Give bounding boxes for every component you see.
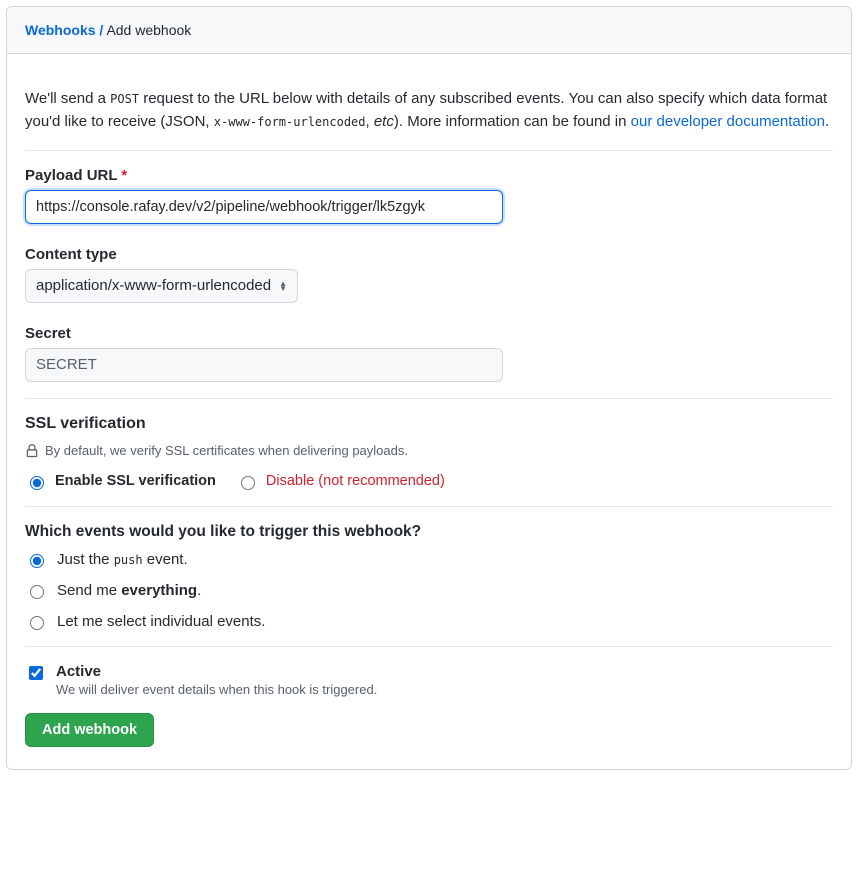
ssl-enable-radio[interactable]: [30, 476, 44, 490]
panel-header: Webhooks / Add webhook: [7, 7, 851, 54]
events-individual-option[interactable]: Let me select individual events.: [25, 613, 833, 630]
opt-text: Let me select individual events.: [57, 613, 265, 630]
active-label: Active: [56, 663, 377, 680]
ssl-disable-option[interactable]: Disable (not recommended): [236, 473, 445, 490]
ssl-section: SSL verification By default, we verify S…: [25, 415, 833, 490]
ssl-enable-option[interactable]: Enable SSL verification: [25, 473, 216, 490]
content-type-select[interactable]: application/x-www-form-urlencoded ▲▼: [25, 269, 298, 303]
payload-url-label: Payload URL *: [25, 167, 833, 184]
ssl-enable-label: Enable SSL verification: [55, 473, 216, 489]
divider: [25, 646, 833, 647]
active-section: Active We will deliver event details whe…: [25, 663, 833, 697]
push-code: push: [114, 553, 143, 567]
developer-docs-link[interactable]: our developer documentation: [631, 113, 825, 130]
payload-url-group: Payload URL *: [25, 167, 833, 224]
intro-text: We'll send a POST request to the URL bel…: [25, 87, 833, 134]
payload-url-input[interactable]: [25, 190, 503, 224]
select-updown-icon: ▲▼: [279, 281, 287, 291]
required-asterisk: *: [121, 167, 127, 184]
breadcrumb-current: Add webhook: [106, 22, 191, 38]
ssl-options: Enable SSL verification Disable (not rec…: [25, 473, 833, 490]
breadcrumb-root-link[interactable]: Webhooks: [25, 22, 96, 38]
events-everything-option[interactable]: Send me everything.: [25, 582, 833, 599]
active-checkbox[interactable]: [29, 666, 43, 680]
ssl-disable-label: Disable: [266, 473, 314, 489]
intro-seg: ). More information can be found in: [394, 113, 631, 130]
ssl-heading: SSL verification: [25, 415, 833, 433]
intro-seg: ,: [366, 113, 374, 130]
intro-form-code: x-www-form-urlencoded: [214, 115, 366, 129]
label-text: Payload URL: [25, 167, 117, 184]
secret-input[interactable]: SECRET: [25, 348, 503, 382]
opt-text: Just the: [57, 551, 114, 568]
intro-etc: etc: [374, 113, 394, 130]
secret-group: Secret SECRET: [25, 325, 833, 382]
events-just-push-radio[interactable]: [30, 554, 44, 568]
opt-text: .: [197, 582, 201, 599]
active-sublabel: We will deliver event details when this …: [56, 682, 377, 697]
content-type-group: Content type application/x-www-form-urle…: [25, 246, 833, 303]
lock-icon: [25, 443, 39, 459]
opt-text: event.: [143, 551, 188, 568]
divider: [25, 506, 833, 507]
ssl-note-text: By default, we verify SSL certificates w…: [45, 443, 408, 458]
panel-body: We'll send a POST request to the URL bel…: [7, 54, 851, 769]
opt-strong: everything: [121, 582, 197, 599]
opt-text: Send me: [57, 582, 121, 599]
ssl-note: By default, we verify SSL certificates w…: [25, 443, 833, 459]
ssl-disable-sublabel: (not recommended): [318, 473, 445, 489]
settings-panel: Webhooks / Add webhook We'll send a POST…: [6, 6, 852, 770]
intro-seg: .: [825, 113, 829, 130]
events-section: Which events would you like to trigger t…: [25, 523, 833, 630]
intro-seg: We'll send a: [25, 90, 110, 107]
content-type-value: application/x-www-form-urlencoded: [36, 277, 271, 294]
add-webhook-button[interactable]: Add webhook: [25, 713, 154, 747]
secret-label: Secret: [25, 325, 833, 342]
events-individual-radio[interactable]: [30, 616, 44, 630]
events-everything-radio[interactable]: [30, 585, 44, 599]
events-just-push-option[interactable]: Just the push event.: [25, 551, 833, 568]
breadcrumb-separator: /: [99, 22, 103, 38]
divider: [25, 398, 833, 399]
intro-post-code: POST: [110, 92, 139, 106]
content-type-label: Content type: [25, 246, 833, 263]
events-heading: Which events would you like to trigger t…: [25, 523, 833, 541]
ssl-disable-radio[interactable]: [241, 476, 255, 490]
secret-value: SECRET: [36, 356, 97, 373]
divider: [25, 150, 833, 151]
